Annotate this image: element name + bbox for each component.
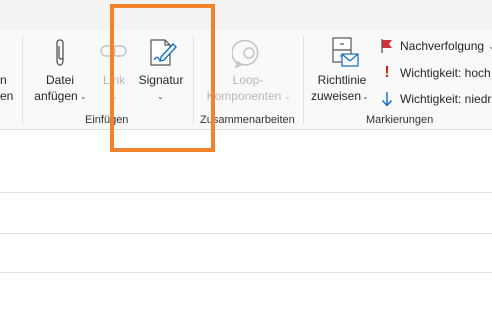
cut-off-label-2: en	[0, 89, 14, 103]
arrow-down-icon	[379, 91, 395, 107]
follow-up-label: Nachverfolgung	[400, 39, 485, 53]
cut-off-label-1: n	[0, 73, 7, 87]
chevron-down-icon: ⌄	[80, 92, 87, 101]
attach-file-label-2: anfügen	[34, 89, 78, 103]
signature-label: Signatur	[138, 73, 184, 87]
importance-high-label: Wichtigkeit: hoch	[400, 66, 491, 80]
loop-label-1: Loop-	[232, 73, 264, 87]
importance-low-label: Wichtigkeit: niedrig	[400, 92, 492, 106]
field-divider	[0, 233, 492, 234]
loop-icon	[232, 39, 259, 69]
paperclip-icon	[56, 39, 64, 66]
collaborate-group-label: Zusammenarbeiten	[200, 114, 295, 126]
exclamation-icon: !	[384, 64, 390, 81]
field-divider	[0, 272, 492, 273]
field-divider	[0, 192, 492, 193]
importance-low-button[interactable]: Wichtigkeit: niedrig	[379, 89, 492, 109]
assign-policy-label-2: zuweisen	[311, 89, 362, 103]
chevron-down-icon: ⌄	[157, 92, 164, 101]
link-icon	[100, 45, 127, 57]
title-strip	[0, 0, 492, 30]
tags-group-label: Markierungen	[366, 114, 434, 126]
chevron-down-icon: ⌄	[488, 40, 492, 51]
importance-high-button[interactable]: ! Wichtigkeit: hoch	[379, 63, 491, 83]
group-separator	[22, 36, 23, 124]
chevron-down-icon: ⌄	[111, 92, 118, 101]
signature-icon	[150, 39, 177, 66]
chevron-down-icon: ⌄	[362, 92, 369, 101]
follow-up-button[interactable]: Nachverfolgung ⌄	[379, 36, 492, 56]
assign-policy-label-1: Richtlinie	[317, 73, 367, 87]
attach-file-label-1: Datei	[45, 73, 74, 87]
policy-cabinet-icon	[332, 37, 359, 67]
group-separator	[193, 36, 194, 124]
chevron-down-icon: ⌄	[284, 92, 291, 101]
loop-label-2: Komponenten	[206, 89, 282, 103]
link-label: Link	[102, 73, 125, 87]
ribbon: n en Datei anfügen ⌄ Link ⌄ Signatur ⌄ E…	[0, 30, 492, 130]
flag-icon	[379, 38, 395, 54]
group-separator	[303, 36, 304, 124]
insert-group-label: Einfügen	[85, 114, 129, 126]
